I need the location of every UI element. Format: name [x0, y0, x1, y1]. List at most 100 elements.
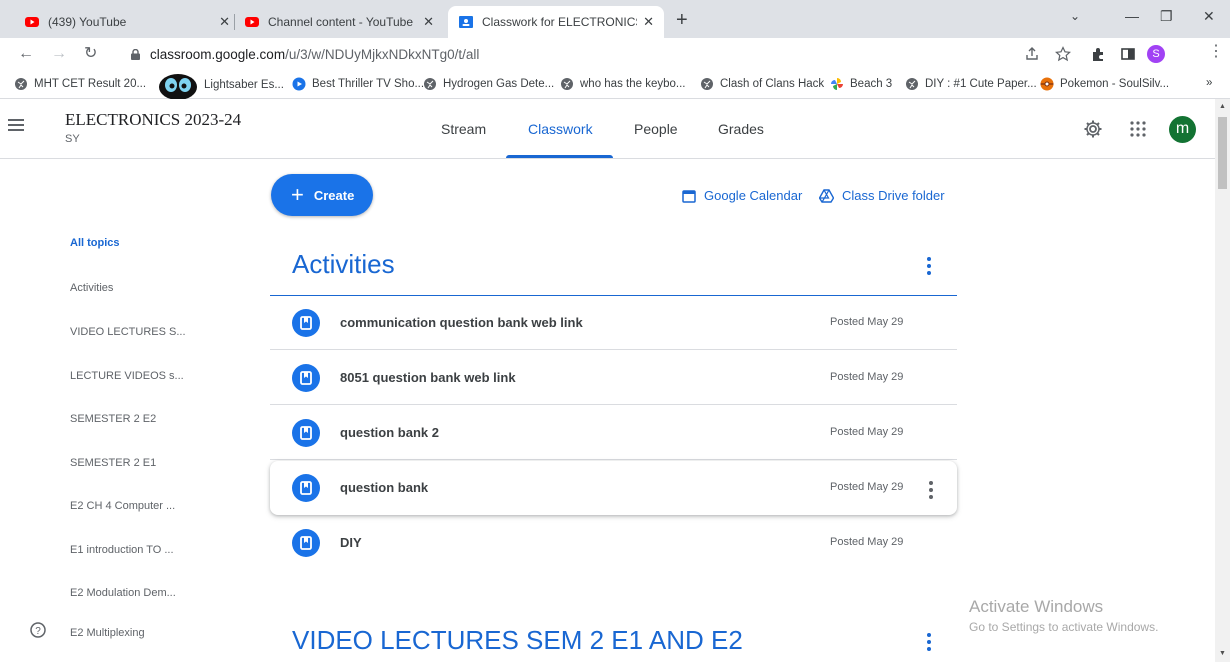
classwork-item[interactable]: communication question bank web link Pos… — [270, 296, 957, 350]
class-section: SY — [65, 133, 80, 145]
tab-title: (439) YouTube — [48, 15, 127, 29]
profile-avatar[interactable]: S — [1147, 45, 1165, 63]
bookmark-item[interactable]: Pokemon - SoulSilv... — [1040, 77, 1169, 91]
topic-item[interactable]: E2 CH 4 Computer ... — [70, 500, 175, 512]
active-tab-indicator — [506, 155, 613, 158]
account-avatar[interactable]: m — [1169, 116, 1196, 143]
google-apps-grid-icon[interactable] — [1130, 121, 1146, 137]
minimize-icon[interactable]: — — [1125, 8, 1139, 24]
new-tab-icon[interactable]: + — [676, 10, 688, 30]
bookmark-label: Hydrogen Gas Dete... — [443, 78, 555, 90]
browser-tab-youtube-studio[interactable]: Channel content - YouTube Studi ✕ — [234, 6, 444, 38]
topic-more-options-icon[interactable] — [927, 257, 931, 278]
bookmark-item[interactable]: Clash of Clans Hack — [700, 77, 824, 91]
bookmark-item[interactable]: Hydrogen Gas Dete... — [423, 77, 554, 91]
topic-item[interactable]: LECTURE VIDEOS s... — [70, 370, 184, 382]
classroom-header: ELECTRONICS 2023-24 SY Stream Classwork … — [0, 99, 1215, 159]
back-icon[interactable]: ← — [18, 45, 34, 63]
tab-search-chevron-icon[interactable]: ⌄ — [1070, 9, 1080, 23]
extensions-icon[interactable] — [1090, 46, 1106, 62]
topic-item[interactable]: SEMESTER 2 E2 — [70, 413, 156, 425]
bookmark-label: Clash of Clans Hack — [720, 78, 825, 90]
main-menu-icon[interactable] — [8, 118, 26, 132]
item-more-options-icon[interactable] — [929, 481, 933, 502]
restore-icon[interactable]: ❐ — [1160, 8, 1173, 25]
material-icon — [292, 364, 320, 392]
browser-tab-youtube[interactable]: (439) YouTube ✕ — [14, 6, 240, 38]
close-tab-icon[interactable]: ✕ — [219, 14, 230, 30]
bookmarks-overflow-icon[interactable]: » — [1206, 77, 1212, 89]
bookmark-label: DIY : #1 Cute Paper... — [925, 78, 1037, 90]
classwork-item[interactable]: 8051 question bank web link Posted May 2… — [270, 351, 957, 405]
browser-tab-classroom[interactable]: Classwork for ELECTRONICS 202 ✕ — [448, 6, 664, 38]
create-button[interactable]: + Create — [271, 174, 373, 216]
topic-more-options-icon[interactable] — [927, 633, 931, 654]
material-icon — [292, 309, 320, 337]
bookmark-item[interactable]: Best Thriller TV Sho... — [292, 77, 424, 91]
item-title: question bank 2 — [340, 425, 439, 440]
bookmark-item[interactable]: who has the keybo... — [560, 77, 685, 91]
classwork-item[interactable]: question bank 2 Posted May 29 — [270, 406, 957, 460]
material-icon — [292, 474, 320, 502]
item-title: communication question bank web link — [340, 315, 583, 330]
topic-item[interactable]: E1 introduction TO ... — [70, 544, 174, 556]
side-panel-icon[interactable] — [1120, 46, 1136, 62]
topic-item[interactable]: SEMESTER 2 E1 — [70, 457, 156, 469]
tab-grades[interactable]: Grades — [718, 121, 764, 137]
topic-heading-video-lectures: VIDEO LECTURES SEM 2 E1 AND E2 — [292, 625, 743, 655]
topic-all-topics[interactable]: All topics — [70, 237, 120, 249]
item-title: question bank — [340, 480, 429, 495]
material-icon — [292, 529, 320, 557]
close-tab-icon[interactable]: ✕ — [643, 14, 654, 30]
classwork-item-hovered[interactable]: question bank Posted May 29 — [270, 461, 957, 515]
youtube-studio-icon — [245, 17, 259, 27]
tab-title: Classwork for ELECTRONICS 202 — [482, 15, 638, 29]
class-title[interactable]: ELECTRONICS 2023-24 — [65, 110, 241, 130]
address-bar[interactable]: classroom.google.com/u/3/w/NDUyMjkxNDkxN… — [150, 47, 479, 62]
tab-people[interactable]: People — [634, 121, 678, 137]
browser-menu-icon[interactable]: ⋮ — [1208, 43, 1224, 61]
topic-item[interactable]: Activities — [70, 282, 113, 294]
item-date: Posted May 29 — [830, 426, 904, 438]
scroll-down-arrow-icon[interactable]: ▼ — [1219, 650, 1226, 657]
classwork-item[interactable]: DIY Posted May 29 — [270, 516, 957, 570]
reload-icon[interactable]: ↻ — [84, 45, 97, 63]
browser-tab-bar: (439) YouTube ✕ Channel content - YouTub… — [0, 0, 1230, 38]
lock-icon[interactable] — [131, 49, 140, 60]
bookmark-item[interactable]: Lightsaber Es... — [158, 71, 284, 99]
help-icon[interactable]: ? — [30, 622, 46, 638]
bookmark-label: Lightsaber Es... — [204, 79, 284, 91]
close-window-icon[interactable]: ✕ — [1203, 8, 1215, 25]
share-icon[interactable] — [1024, 46, 1040, 62]
class-drive-folder-link[interactable]: Class Drive folder — [819, 188, 945, 203]
tab-stream[interactable]: Stream — [441, 121, 486, 137]
pokeball-icon — [1040, 77, 1054, 91]
calendar-icon — [682, 189, 696, 203]
drive-icon — [819, 188, 834, 203]
page-scrollbar[interactable]: ▲ ▼ — [1215, 99, 1230, 662]
google-calendar-link[interactable]: Google Calendar — [682, 188, 802, 203]
forward-icon[interactable]: → — [51, 45, 67, 63]
classroom-icon — [459, 16, 473, 28]
tab-classwork[interactable]: Classwork — [528, 121, 593, 137]
settings-gear-icon[interactable] — [1083, 119, 1103, 139]
bookmark-label: Pokemon - SoulSilv... — [1060, 78, 1170, 90]
activate-windows-subtitle: Go to Settings to activate Windows. — [969, 620, 1159, 634]
bookmark-star-icon[interactable] — [1055, 46, 1071, 62]
item-date: Posted May 29 — [830, 536, 904, 548]
scrollbar-thumb[interactable] — [1218, 117, 1227, 189]
tab-title: Channel content - YouTube Studi — [268, 15, 417, 29]
bookmark-item[interactable]: DIY : #1 Cute Paper... — [905, 77, 1037, 91]
plus-icon: + — [291, 182, 304, 207]
drive-link-label: Class Drive folder — [842, 188, 945, 203]
topic-item[interactable]: E2 Multiplexing — [70, 627, 145, 639]
bookmark-item[interactable]: Beach 3 — [830, 77, 892, 91]
topic-item[interactable]: E2 Modulation Dem... — [70, 587, 176, 599]
scroll-up-arrow-icon[interactable]: ▲ — [1219, 103, 1226, 110]
youtube-icon — [25, 17, 39, 27]
item-title: 8051 question bank web link — [340, 370, 516, 385]
topic-item[interactable]: VIDEO LECTURES S... — [70, 326, 186, 338]
bookmark-item[interactable]: MHT CET Result 20... — [14, 77, 146, 91]
bookmark-label: Beach 3 — [850, 78, 893, 90]
close-tab-icon[interactable]: ✕ — [423, 14, 434, 30]
